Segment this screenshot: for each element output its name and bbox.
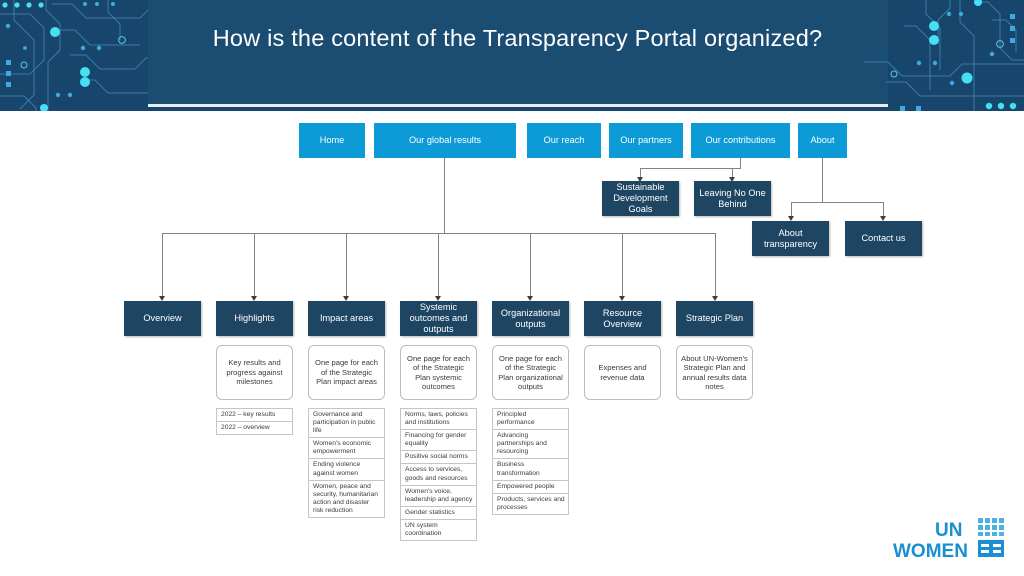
connector-global-results-bus <box>162 233 716 234</box>
header-divider <box>148 104 888 107</box>
list-item[interactable]: Norms, laws, policies and institutions <box>401 409 476 431</box>
nav-node-our-global-results[interactable]: Our global results <box>374 123 516 158</box>
list-item[interactable]: UN system coordination <box>401 520 476 540</box>
list-impact-areas: Governance and participation in public l… <box>308 408 385 519</box>
nav-node-label: About <box>810 135 835 145</box>
list-item[interactable]: Access to services, goods and resources <box>401 464 476 486</box>
desc-text: About UN-Women's Strategic Plan and annu… <box>681 353 748 391</box>
list-organizational-outputs: Principled performance Advancing partner… <box>492 408 569 515</box>
list-item[interactable]: Empowered people <box>493 481 568 494</box>
desc-text: Key results and progress against milesto… <box>226 358 283 387</box>
list-item[interactable]: Advancing partnerships and resourcing <box>493 430 568 460</box>
desc-card-systemic-outcomes: One page for each of the Strategic Plan … <box>400 345 477 400</box>
desc-text: One page for each of the Strategic Plan … <box>407 353 470 391</box>
node-overview[interactable]: Overview <box>124 301 201 336</box>
desc-card-highlights: Key results and progress against milesto… <box>216 345 293 400</box>
list-item[interactable]: Financing for gender equality <box>401 430 476 452</box>
node-label: Systemic outcomes and outputs <box>409 302 468 334</box>
list-item[interactable]: 2022 – overview <box>217 422 292 434</box>
node-leaving-no-one-behind[interactable]: Leaving No One Behind <box>694 181 771 216</box>
node-label: Resource Overview <box>602 307 643 329</box>
list-item[interactable]: Ending violence against women <box>309 459 384 481</box>
nav-node-label: Our partners <box>620 135 672 145</box>
connector-drop-strategic <box>715 233 716 299</box>
node-label: Strategic Plan <box>685 313 744 323</box>
desc-card-impact-areas: One page for each of the Strategic Plan … <box>308 345 385 400</box>
nav-node-our-reach[interactable]: Our reach <box>527 123 601 158</box>
logo-text-women: WOMEN <box>893 541 968 562</box>
connector-drop-organizational <box>530 233 531 299</box>
nav-node-label: Home <box>319 135 345 145</box>
desc-text: One page for each of the Strategic Plan … <box>498 353 563 391</box>
node-label: Impact areas <box>319 313 374 323</box>
connector-about-bus <box>791 202 884 203</box>
node-contact-us[interactable]: Contact us <box>845 221 922 256</box>
nav-node-home[interactable]: Home <box>299 123 365 158</box>
list-item[interactable]: Business transformation <box>493 459 568 481</box>
node-resource-overview[interactable]: Resource Overview <box>584 301 661 336</box>
node-label: Overview <box>143 313 182 323</box>
logo-text-un: UN <box>935 520 962 541</box>
connector-global-results-trunk <box>444 158 445 234</box>
slide-header: How is the content of the Transparency P… <box>0 0 1024 111</box>
node-label: Sustainable Development Goals <box>613 182 668 214</box>
list-item[interactable]: Women, peace and security, humanitarian … <box>309 481 384 517</box>
connector-drop-systemic <box>438 233 439 299</box>
node-label: Contact us <box>861 233 906 243</box>
list-item[interactable]: Products, services and processes <box>493 494 568 514</box>
connector-drop-highlights <box>254 233 255 299</box>
connector-contributions-bus <box>640 168 741 169</box>
nav-node-our-partners[interactable]: Our partners <box>609 123 683 158</box>
list-overview: 2022 – key results 2022 – overview <box>216 408 293 436</box>
list-systemic-outcomes: Norms, laws, policies and institutions F… <box>400 408 477 542</box>
logo-mark-bottom <box>978 540 1004 557</box>
un-women-logo: UN WOMEN <box>892 516 1010 562</box>
list-item[interactable]: Gender statistics <box>401 507 476 520</box>
list-item[interactable]: Women's economic empowerment <box>309 438 384 460</box>
connector-drop-impact <box>346 233 347 299</box>
node-impact-areas[interactable]: Impact areas <box>308 301 385 336</box>
nav-node-label: Our global results <box>408 135 481 145</box>
node-label: Organizational outputs <box>500 307 561 329</box>
desc-card-resource-overview: Expenses and revenue data <box>584 345 661 400</box>
slide-root: How is the content of the Transparency P… <box>0 0 1024 576</box>
nav-node-our-contributions[interactable]: Our contributions <box>691 123 790 158</box>
desc-text: One page for each of the Strategic Plan … <box>315 358 378 387</box>
list-item[interactable]: Principled performance <box>493 409 568 431</box>
connector-about-trunk <box>822 158 823 203</box>
desc-text: Expenses and revenue data <box>598 363 647 382</box>
nav-node-about[interactable]: About <box>798 123 847 158</box>
connector-drop-resource <box>622 233 623 299</box>
node-label: About transparency <box>763 227 818 249</box>
node-organizational-outputs[interactable]: Organizational outputs <box>492 301 569 336</box>
list-item[interactable]: 2022 – key results <box>217 409 292 423</box>
node-highlights[interactable]: Highlights <box>216 301 293 336</box>
connector-drop-overview <box>162 233 163 299</box>
node-label: Highlights <box>234 313 275 323</box>
node-label: Leaving No One Behind <box>699 187 766 209</box>
list-item[interactable]: Positive social norms <box>401 451 476 465</box>
desc-card-organizational-outputs: One page for each of the Strategic Plan … <box>492 345 569 400</box>
node-sustainable-development-goals[interactable]: Sustainable Development Goals <box>602 181 679 216</box>
nav-node-label: Our reach <box>543 135 585 145</box>
list-item[interactable]: Governance and participation in public l… <box>309 409 384 439</box>
list-item[interactable]: Women's voice, leadership and agency <box>401 486 476 507</box>
node-systemic-outcomes-and-outputs[interactable]: Systemic outcomes and outputs <box>400 301 477 336</box>
node-strategic-plan[interactable]: Strategic Plan <box>676 301 753 336</box>
circuit-pattern-right <box>864 0 1024 111</box>
logo-mark-top <box>978 518 1004 536</box>
nav-node-label: Our contributions <box>705 135 776 145</box>
page-title: How is the content of the Transparency P… <box>212 25 823 51</box>
desc-card-strategic-plan: About UN-Women's Strategic Plan and annu… <box>676 345 753 400</box>
node-about-transparency[interactable]: About transparency <box>752 221 829 256</box>
